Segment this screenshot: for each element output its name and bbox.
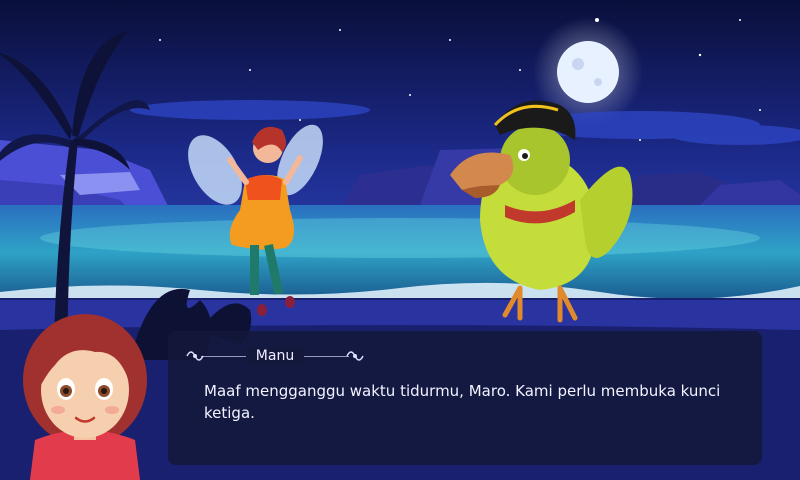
left-ornament-icon (186, 351, 204, 361)
dialog-text: Maaf mengganggu waktu tidurmu, Maro. Kam… (204, 382, 721, 422)
speaker-nameplate: Manu (185, 343, 365, 369)
girl-portrait (23, 314, 147, 480)
speaker-name: Manu (245, 348, 305, 364)
moon (557, 41, 619, 103)
right-ornament-icon (346, 351, 364, 361)
